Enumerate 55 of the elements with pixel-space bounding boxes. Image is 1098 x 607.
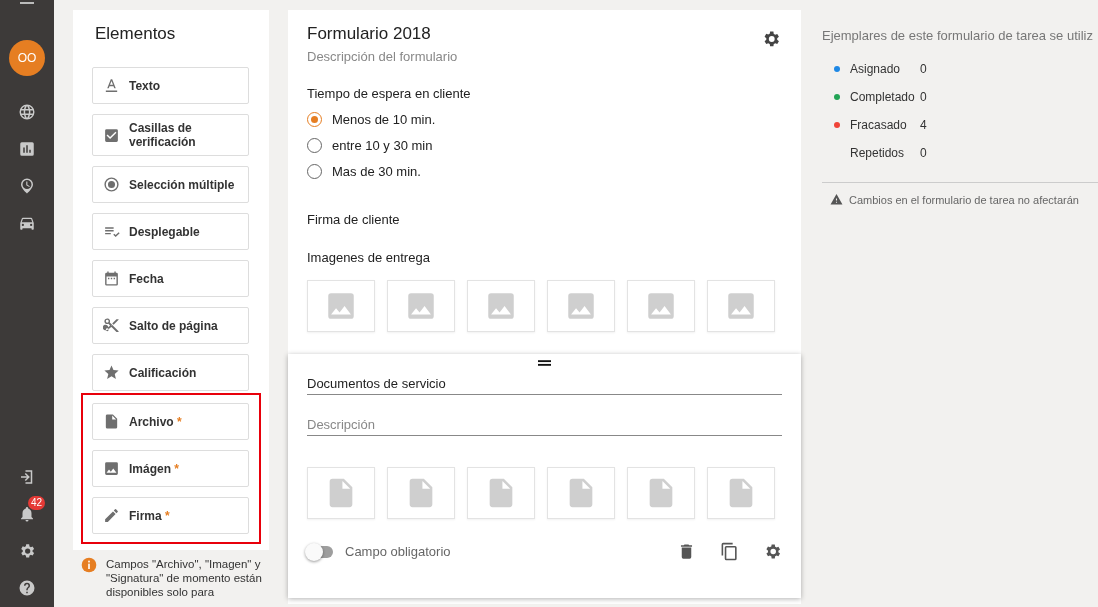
notifications-icon[interactable]	[18, 505, 36, 523]
element-button[interactable]: Texto	[92, 67, 249, 104]
option-label: Menos de 10 min.	[332, 111, 436, 127]
element-button[interactable]: Casillas de verificación	[92, 114, 249, 156]
status-label: Asignado	[850, 62, 902, 76]
toggle-label: Campo obligatorio	[345, 544, 451, 559]
toggle-switch[interactable]	[307, 545, 333, 558]
status-count: 4	[920, 118, 927, 132]
element-button[interactable]: Firma *	[92, 497, 249, 534]
element-button[interactable]: Selección múltiple	[92, 166, 249, 203]
usage-heading: Ejemplares de este formulario de tarea se utiliz	[822, 28, 1094, 43]
description-field[interactable]: Descripción	[307, 417, 782, 436]
status-count: 0	[920, 146, 927, 160]
bar-chart-icon[interactable]	[18, 140, 36, 158]
image-icon	[103, 460, 120, 477]
star-icon	[103, 364, 120, 381]
element-button[interactable]: Calificación	[92, 354, 249, 391]
file-icon	[103, 413, 120, 430]
form-title: Formulario 2018	[307, 24, 432, 44]
calendar-icon	[103, 270, 120, 287]
images-label: Imagenes de entrega	[306, 250, 431, 265]
signature-label: Firma de cliente	[306, 212, 401, 227]
warning-text: Cambios en el formulario de tarea no afectarán	[849, 193, 1079, 206]
scissors-icon	[103, 317, 120, 334]
element-button[interactable]: Desplegable	[92, 213, 249, 250]
form-description: Descripción del formulario	[307, 49, 458, 64]
clock-pin-icon[interactable]	[18, 177, 36, 195]
checkbox-icon	[103, 126, 120, 144]
drag-handle-icon[interactable]	[538, 360, 551, 366]
status-count: 0	[920, 62, 927, 76]
status-label: Fracasado	[850, 118, 908, 132]
question-label: Tiempo de espera en cliente	[306, 86, 472, 101]
status-count: 0	[920, 90, 927, 104]
settings-icon[interactable]	[763, 542, 782, 561]
warning-icon	[830, 193, 843, 206]
element-button[interactable]: Archivo *	[92, 403, 249, 440]
help-icon[interactable]	[18, 579, 36, 597]
info-icon	[81, 557, 97, 573]
element-button[interactable]: Fecha	[92, 260, 249, 297]
element-button[interactable]: Imágen *	[92, 450, 249, 487]
status-label: Completado	[850, 90, 916, 104]
copy-icon[interactable]	[720, 542, 739, 561]
radio-icon	[103, 176, 120, 193]
globe-icon[interactable]	[18, 103, 36, 121]
element-button[interactable]: Salto de página	[92, 307, 249, 344]
status-label: Repetidos	[850, 146, 906, 160]
option-label: entre 10 y 30 min	[332, 137, 433, 153]
option-label: Mas de 30 min.	[332, 163, 421, 179]
pencil-icon	[103, 507, 120, 524]
settings-icon[interactable]	[18, 542, 36, 560]
notification-badge: 42	[28, 496, 46, 510]
note-text: Campos "Archivo", "Imagen" y "Signatura" de momento están disponibles solo para	[106, 557, 263, 599]
title-field[interactable]: Documentos de servicio	[307, 376, 782, 395]
panel-title: Elementos	[95, 23, 177, 44]
text-format-icon	[103, 77, 120, 94]
